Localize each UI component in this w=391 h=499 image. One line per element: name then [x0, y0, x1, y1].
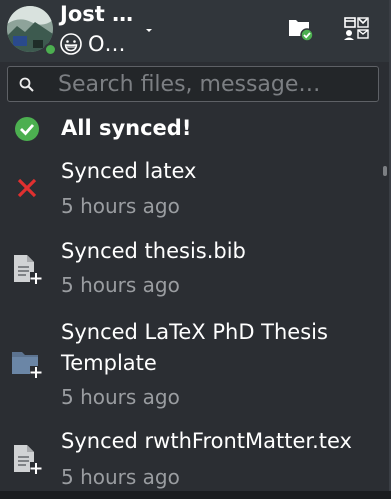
- user-name[interactable]: Jost …: [60, 2, 133, 26]
- activity-time: 5 hours ago: [61, 194, 180, 218]
- list-item[interactable]: Synced LaTeX PhD Thesis Template 5 hours…: [0, 316, 380, 416]
- activity-time: 5 hours ago: [61, 273, 180, 297]
- search-field[interactable]: [7, 66, 379, 102]
- check-circle-icon: [15, 117, 39, 141]
- online-status-dot: [44, 43, 57, 56]
- account-header: Jost … O…: [0, 0, 391, 62]
- folder-added-icon: [12, 352, 42, 378]
- chevron-down-icon[interactable]: [143, 24, 155, 36]
- sync-activity-window: Jost … O… Search files, message… All syn…: [0, 0, 391, 499]
- file-added-icon: [14, 255, 42, 284]
- list-item[interactable]: Synced rwthFrontMatter.tex 5 hours ago: [0, 426, 380, 499]
- scrollbar-thumb[interactable]: [383, 166, 387, 176]
- folder-synced-icon[interactable]: [286, 14, 314, 42]
- user-status[interactable]: O…: [60, 32, 126, 56]
- apps-icon[interactable]: [342, 14, 370, 42]
- user-status-text: O…: [88, 32, 126, 56]
- list-item[interactable]: Synced thesis.bib 5 hours ago: [0, 236, 380, 304]
- activity-title: All synced!: [61, 116, 192, 140]
- activity-title: Synced rwthFrontMatter.tex: [61, 429, 352, 453]
- file-added-icon: [14, 445, 42, 474]
- activity-title: Synced thesis.bib: [61, 239, 246, 263]
- search-input[interactable]: [58, 69, 368, 99]
- activity-time: 5 hours ago: [61, 385, 180, 409]
- error-x-icon: [17, 178, 37, 198]
- activity-time: 5 hours ago: [61, 465, 180, 489]
- search-icon: [19, 77, 34, 92]
- activity-title: Synced LaTeX PhD Thesis Template: [61, 320, 328, 375]
- list-item[interactable]: All synced!: [0, 106, 380, 152]
- activity-list: All synced! Synced latex 5 hours ago Syn…: [0, 106, 380, 499]
- activity-title: Synced latex: [61, 159, 197, 183]
- taskbar-edge: [0, 491, 391, 499]
- list-item[interactable]: Synced latex 5 hours ago: [0, 156, 380, 224]
- grinning-face-emoji-icon: [60, 33, 82, 55]
